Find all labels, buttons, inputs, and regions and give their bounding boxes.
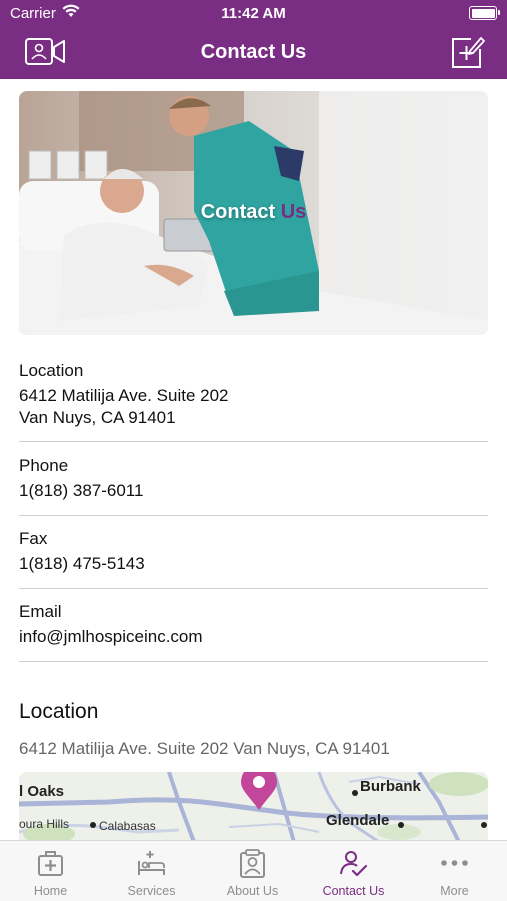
divider bbox=[19, 515, 488, 516]
divider bbox=[19, 441, 488, 442]
map-label-burbank: Burbank bbox=[360, 778, 421, 795]
tab-services[interactable]: Services bbox=[101, 841, 202, 901]
more-dots-icon bbox=[440, 849, 469, 878]
compose-add-icon[interactable] bbox=[449, 34, 485, 70]
contact-user-check-icon bbox=[339, 849, 368, 878]
map-pin-icon[interactable] bbox=[239, 772, 279, 812]
clock: 11:42 AM bbox=[221, 5, 286, 22]
tab-home[interactable]: Home bbox=[0, 841, 101, 901]
location-heading: Location bbox=[19, 700, 99, 723]
location-address: 6412 Matilija Ave. Suite 202 Van Nuys, C… bbox=[19, 739, 390, 758]
hero-title: Contact Us bbox=[19, 201, 488, 224]
tab-label: More bbox=[440, 884, 469, 898]
map-label-hills: oura Hills bbox=[19, 817, 70, 831]
divider bbox=[19, 661, 488, 662]
tab-label: Services bbox=[127, 884, 176, 898]
contact-email[interactable]: Email info@jmlhospiceinc.com bbox=[19, 601, 488, 648]
nav-bar: Contact Us bbox=[0, 28, 507, 79]
tab-bar: Home Services About Us Contact Us More bbox=[0, 840, 507, 901]
services-bed-icon bbox=[137, 849, 166, 878]
divider bbox=[19, 588, 488, 589]
email-label: Email bbox=[19, 602, 62, 621]
location-map[interactable]: l Oaks Burbank oura Hills Calabasas Glen… bbox=[19, 772, 488, 842]
contact-location: Location 6412 Matilija Ave. Suite 202 Va… bbox=[19, 360, 488, 429]
page-title: Contact Us bbox=[200, 41, 307, 63]
tab-contact-us[interactable]: Contact Us bbox=[303, 841, 404, 901]
tab-more[interactable]: More bbox=[404, 841, 505, 901]
tab-label: About Us bbox=[226, 884, 279, 898]
hero-title-main: Contact bbox=[200, 201, 276, 223]
tab-label: Home bbox=[33, 884, 68, 898]
contact-phone[interactable]: Phone 1(818) 387-6011 bbox=[19, 455, 488, 502]
phone-label: Phone bbox=[19, 456, 69, 475]
map-label-calabasas: Calabasas bbox=[99, 819, 156, 833]
location-line-1: 6412 Matilija Ave. Suite 202 bbox=[19, 386, 229, 405]
tab-label: Contact Us bbox=[322, 884, 385, 898]
contact-fax: Fax 1(818) 475-5143 bbox=[19, 528, 488, 575]
fax-value: 1(818) 475-5143 bbox=[19, 554, 145, 573]
home-medical-icon bbox=[36, 849, 65, 878]
location-line-2: Van Nuys, CA 91401 bbox=[19, 408, 176, 427]
email-value[interactable]: info@jmlhospiceinc.com bbox=[19, 626, 488, 648]
hero-image: Contact Us bbox=[19, 91, 488, 335]
tab-about-us[interactable]: About Us bbox=[202, 841, 303, 901]
map-label-oaks: l Oaks bbox=[19, 783, 65, 800]
battery-icon bbox=[469, 6, 500, 20]
map-label-glendale: Glendale bbox=[326, 812, 390, 829]
hero-title-accent: Us bbox=[280, 201, 307, 223]
location-label: Location bbox=[19, 361, 84, 380]
status-bar: Carrier 11:42 AM bbox=[0, 0, 507, 28]
fax-label: Fax bbox=[19, 529, 48, 548]
phone-value[interactable]: 1(818) 387-6011 bbox=[19, 480, 488, 502]
about-us-badge-icon bbox=[238, 849, 267, 878]
